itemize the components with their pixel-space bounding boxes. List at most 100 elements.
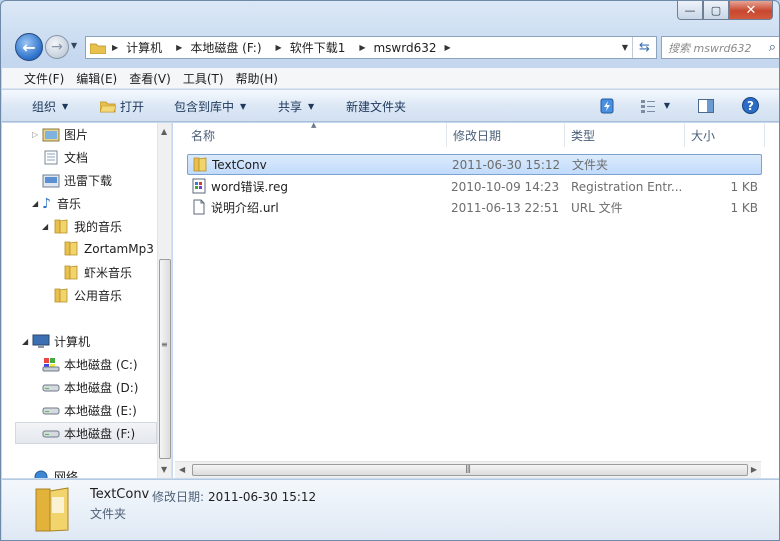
tree-item-zortammp3[interactable]: ZortamMp3 [62,241,154,256]
view-options-icon[interactable] [640,99,656,113]
file-name: 说明介绍.url [211,201,279,215]
file-type: 文件夹 [572,158,609,172]
help-icon[interactable]: ? [742,97,759,114]
chevron-down-icon: ▼ [240,102,247,111]
breadcrumb-computer[interactable]: ▶ 计算机 [112,39,170,56]
tree-item-public-music[interactable]: 公用音乐 [52,287,122,304]
details-item-type: 文件夹 [90,507,127,521]
share-button[interactable]: 共享 ▼ [278,98,314,115]
drive-icon [42,384,60,392]
file-row[interactable]: word错误.reg 2010-10-09 14:23 Registration… [187,176,762,197]
pictures-icon [42,128,60,141]
chevron-right-icon: ▶ [275,43,282,52]
menu-file[interactable]: 文件(F) [24,70,64,87]
computer-icon [32,334,50,348]
grip-icon: ≡ [161,340,168,349]
tree-item-network[interactable]: 网络 [32,468,78,478]
scroll-thumb[interactable] [159,259,171,459]
collapse-arrow-icon[interactable]: ◢ [42,222,52,231]
breadcrumb-downloads[interactable]: ▶ 软件下载1 [276,39,354,56]
file-date: 2011-06-30 15:12 [452,157,561,172]
minimize-button[interactable]: — [677,1,703,20]
thunder-icon[interactable] [600,98,614,114]
tree-item-drive-c[interactable]: 本地磁盘 (C:) [42,356,138,373]
tree-item-drive-f[interactable]: 本地磁盘 (F:) [15,422,157,444]
include-in-library-button[interactable]: 包含到库中 ▼ [174,98,246,115]
command-bar: 组织 ▼ 打开 包含到库中 ▼ 共享 ▼ 新建文件夹 ▼ ? [2,90,779,122]
network-icon [34,470,48,478]
tree-item-pictures[interactable]: ▷ 图片 [32,126,88,143]
tree-item-drive-d[interactable]: 本地磁盘 (D:) [42,379,138,396]
chevron-right-icon: ▶ [176,43,183,52]
tree-item-music[interactable]: ◢ ♪ 音乐 [32,195,81,212]
chevron-down-icon[interactable]: ▼ [664,101,670,110]
folder-icon [64,265,78,280]
folder-icon [64,241,78,256]
collapse-arrow-icon[interactable]: ◢ [22,337,32,346]
scroll-down-arrow-icon[interactable]: ▼ [161,465,167,474]
navigation-vertical-scrollbar[interactable]: ▲ ≡ ▼ [157,123,171,478]
file-row[interactable]: TextConv 2011-06-30 15:12 文件夹 [187,154,762,175]
column-header-date[interactable]: 修改日期 [447,123,565,147]
refresh-button[interactable]: ⇆ [632,37,656,58]
menu-tools[interactable]: 工具(T) [183,70,224,87]
expand-arrow-icon[interactable]: ▷ [32,130,42,139]
thunder-download-icon [42,174,60,188]
tree-item-computer[interactable]: ◢ 计算机 [22,333,90,350]
scroll-up-arrow-icon[interactable]: ▲ [161,127,167,136]
scroll-left-arrow-icon[interactable]: ◀ [179,465,185,474]
new-folder-button[interactable]: 新建文件夹 [346,98,406,115]
chevron-right-icon: ▶ [444,43,451,52]
tree-item-thunder-downloads[interactable]: 迅雷下载 [42,172,112,189]
details-item-name: TextConv [90,487,150,502]
search-box[interactable]: 搜索 mswrd632 ⌕ [661,36,779,59]
recent-pages-dropdown[interactable]: ▼ [71,41,77,50]
menu-bar: 文件(F) 编辑(E) 查看(V) 工具(T) 帮助(H) [2,68,779,89]
grip-icon: ||| [465,464,471,473]
organize-button[interactable]: 组织 ▼ [32,98,68,115]
documents-icon [44,150,58,165]
address-history-dropdown[interactable]: ▼ [622,43,628,52]
address-bar[interactable]: ▶ 计算机 ▶ 本地磁盘 (F:) ▶ 软件下载1 ▶ mswrd632 ▶ ▼… [85,36,657,59]
maximize-button[interactable]: ▢ [703,1,729,20]
file-date: 2010-10-09 14:23 [451,179,560,194]
search-input[interactable]: 搜索 mswrd632 [668,40,751,56]
svg-text:?: ? [747,99,754,113]
scroll-right-arrow-icon[interactable]: ▶ [751,465,757,474]
menu-view[interactable]: 查看(V) [129,70,171,87]
menu-edit[interactable]: 编辑(E) [76,70,117,87]
tree-item-drive-e[interactable]: 本地磁盘 (E:) [42,402,137,419]
arrow-right-icon: → [51,39,63,55]
close-button[interactable]: ✕ [729,1,773,20]
view-controls: ▼ ? [600,97,759,114]
chevron-down-icon: ▼ [308,102,315,111]
open-button[interactable]: 打开 [100,98,144,115]
drive-icon [42,407,60,415]
tree-item-xiami-music[interactable]: 虾米音乐 [62,264,132,281]
file-list-horizontal-scrollbar[interactable]: ◀ ||| ▶ [175,461,761,478]
file-name: TextConv [212,157,267,172]
chevron-down-icon: ▼ [62,102,69,111]
navigation-bar: ← → ▼ ▶ 计算机 ▶ 本地磁盘 (F:) ▶ 软件下载1 ▶ mswrd6… [13,33,779,63]
details-pane: TextConv 修改日期: 2011-06-30 15:12 文件夹 [2,479,779,540]
breadcrumb-mswrd632[interactable]: ▶ mswrd632 ▶ [359,41,458,55]
explorer-window: — ▢ ✕ ← → ▼ ▶ 计算机 ▶ 本地磁盘 (F:) ▶ 软件下载1 ▶ … [0,0,780,541]
column-header-name[interactable]: 名称 [185,123,447,147]
tree-item-my-music[interactable]: ◢ 我的音乐 [42,218,122,235]
column-header-type[interactable]: 类型 [565,123,685,147]
drive-c-icon [42,358,60,372]
file-name: word错误.reg [211,180,288,194]
collapse-arrow-icon[interactable]: ◢ [32,199,42,208]
folder-large-icon [35,487,69,532]
forward-button[interactable]: → [45,35,69,59]
menu-help[interactable]: 帮助(H) [236,70,278,87]
tree-item-documents[interactable]: 文档 [42,149,88,166]
preview-pane-icon[interactable] [698,98,714,113]
column-header-size[interactable]: 大小 [685,123,765,147]
file-row[interactable]: 说明介绍.url 2011-06-13 22:51 URL 文件 1 KB [187,197,762,218]
url-file-icon [193,199,205,215]
breadcrumb-drive-f[interactable]: ▶ 本地磁盘 (F:) [176,39,269,56]
music-icon: ♪ [42,195,51,212]
back-button[interactable]: ← [15,33,43,61]
drive-icon [42,430,60,437]
